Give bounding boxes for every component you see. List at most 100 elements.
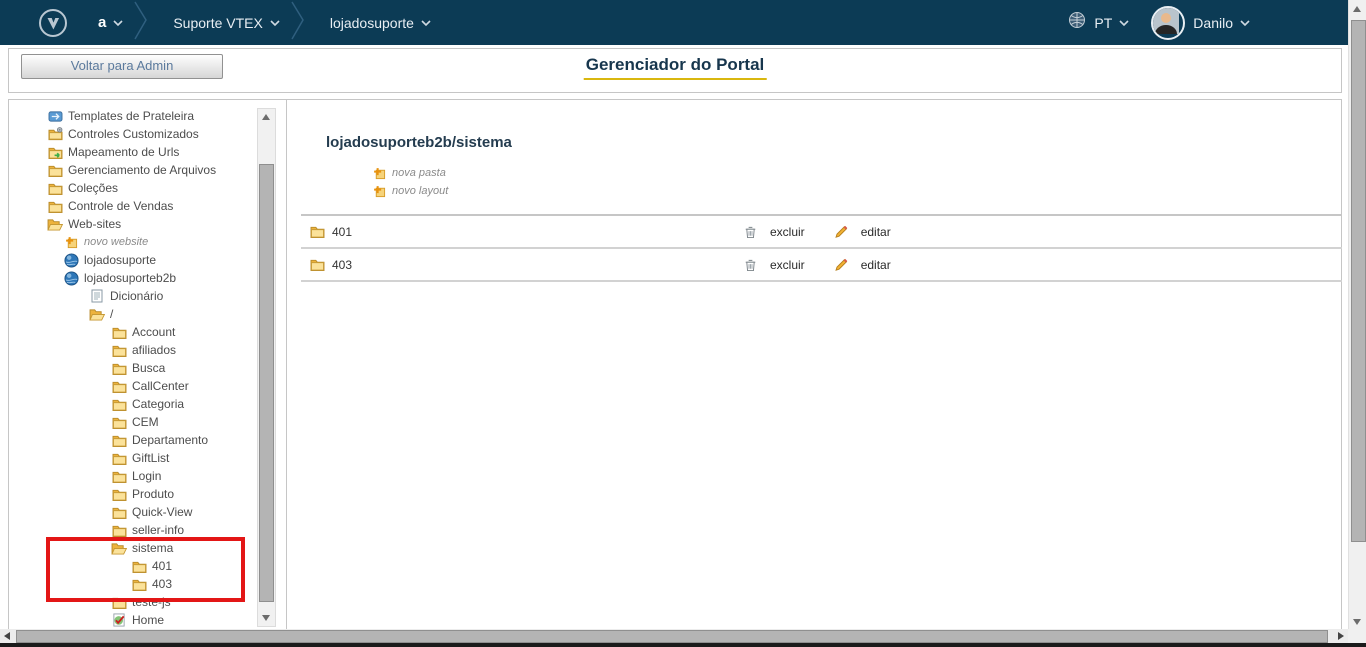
trash-icon	[742, 258, 758, 272]
vtex-logo-icon[interactable]	[38, 8, 68, 38]
tree-item-departamento[interactable]: Departamento	[9, 431, 286, 449]
tree-item-busca[interactable]: Busca	[9, 359, 286, 377]
shelf-template-icon	[47, 110, 63, 123]
globe-site-icon	[63, 271, 79, 286]
user-avatar[interactable]	[1151, 6, 1185, 40]
folder-icon	[47, 200, 63, 213]
tree-item-lojadosuporte[interactable]: lojadosuporte	[9, 251, 286, 269]
tree-item-produto[interactable]: Produto	[9, 485, 286, 503]
folder-icon	[131, 560, 147, 573]
folder-icon	[111, 506, 127, 519]
folder-icon	[131, 578, 147, 591]
tree-item-controles-customizados[interactable]: Controles Customizados	[9, 125, 286, 143]
breadcrumb-separator-icon	[133, 0, 149, 48]
tree-item-dicion-rio[interactable]: Dicionário	[9, 287, 286, 305]
tree-item-seller-info[interactable]: seller-info	[9, 521, 286, 539]
language-code: PT	[1094, 15, 1112, 31]
folder-icon	[111, 380, 127, 393]
topbar-right-cluster: PT Danilo	[1068, 0, 1250, 45]
folder-icon	[309, 258, 325, 271]
delete-folder-button[interactable]: excluir	[734, 225, 805, 239]
tree-item-sistema[interactable]: sistema	[9, 539, 286, 557]
folder-icon	[111, 434, 127, 447]
sidebar-scrollbar[interactable]	[257, 108, 276, 627]
folder-icon	[111, 416, 127, 429]
content-panel: Templates de PrateleiraControles Customi…	[8, 99, 1342, 632]
folder-icon	[111, 470, 127, 483]
edit-folder-button[interactable]: editar	[825, 225, 891, 239]
sidebar-scrollbar-thumb[interactable]	[259, 164, 274, 602]
new-item-icon	[63, 236, 79, 249]
tree-item-cole-es[interactable]: Coleções	[9, 179, 286, 197]
folder-icon	[111, 326, 127, 339]
folder-row-401: 401 excluir editar	[301, 216, 1342, 249]
user-dropdown[interactable]: Danilo	[1193, 14, 1250, 32]
folder-icon	[111, 344, 127, 357]
tree-item-login[interactable]: Login	[9, 467, 286, 485]
breadcrumb-account-label: a	[98, 14, 106, 31]
tree-item-giftlist[interactable]: GiftList	[9, 449, 286, 467]
page-horizontal-scrollbar[interactable]	[0, 629, 1348, 643]
folder-list: 401 excluir editar 403 excluir editar	[301, 214, 1342, 282]
scrollbar-corner	[1348, 629, 1366, 643]
back-to-admin-button[interactable]: Voltar para Admin	[21, 54, 223, 79]
tree-item-quick-view[interactable]: Quick-View	[9, 503, 286, 521]
tree-item-mapeamento-de-urls[interactable]: Mapeamento de Urls	[9, 143, 286, 161]
tree-item-afiliados[interactable]: afiliados	[9, 341, 286, 359]
tree-item-cem[interactable]: CEM	[9, 413, 286, 431]
tree-item-root[interactable]: /	[9, 305, 286, 323]
folder-contents-panel: lojadosuporteb2b/sistema nova pastanovo …	[287, 100, 1341, 631]
scroll-right-icon[interactable]	[1338, 632, 1344, 640]
tree-item-novo-website[interactable]: novo website	[9, 233, 286, 251]
user-name: Danilo	[1193, 15, 1233, 31]
folder-icon	[111, 488, 127, 501]
language-dropdown[interactable]: PT	[1094, 14, 1129, 32]
chevron-down-icon	[1119, 14, 1129, 32]
home-icon	[111, 613, 127, 627]
pencil-icon	[833, 258, 849, 272]
folder-name[interactable]: 403	[332, 258, 352, 272]
page-vertical-scrollbar[interactable]	[1348, 0, 1366, 629]
tree-item-401[interactable]: 401	[9, 557, 286, 575]
nova-pasta-link[interactable]: nova pasta	[371, 164, 448, 182]
page-horizontal-scrollbar-thumb[interactable]	[16, 630, 1328, 643]
row-actions: excluir editar	[734, 225, 891, 239]
folder-name[interactable]: 401	[332, 225, 352, 239]
breadcrumb-site-dropdown[interactable]: lojadosuporte	[330, 14, 431, 32]
tree-item-callcenter[interactable]: CallCenter	[9, 377, 286, 395]
globe-icon	[1068, 11, 1086, 34]
scroll-down-icon[interactable]	[1353, 619, 1361, 625]
scroll-down-icon[interactable]	[262, 615, 270, 621]
scroll-left-icon[interactable]	[4, 632, 10, 640]
tree-item-categoria[interactable]: Categoria	[9, 395, 286, 413]
folder-icon	[47, 164, 63, 177]
delete-folder-button[interactable]: excluir	[734, 258, 805, 272]
novo-layout-link[interactable]: novo layout	[371, 182, 448, 200]
scroll-up-icon[interactable]	[1353, 6, 1361, 12]
folder-icon	[47, 182, 63, 195]
tree-item-controle-de-vendas[interactable]: Controle de Vendas	[9, 197, 286, 215]
breadcrumb-store-label: Suporte VTEX	[173, 15, 263, 31]
page-vertical-scrollbar-thumb[interactable]	[1351, 20, 1366, 542]
trash-icon	[742, 225, 758, 239]
folder-icon	[111, 524, 127, 537]
new-item-icon	[371, 167, 387, 180]
edit-folder-button[interactable]: editar	[825, 258, 891, 272]
tree-item-account[interactable]: Account	[9, 323, 286, 341]
tree-item-home[interactable]: Home	[9, 611, 286, 629]
tree-item-web-sites[interactable]: Web-sites	[9, 215, 286, 233]
folder-arrow-icon	[47, 146, 63, 159]
folder-icon	[111, 398, 127, 411]
header: Voltar para Admin Gerenciador do Portal	[8, 48, 1342, 93]
folder-icon	[111, 362, 127, 375]
scroll-up-icon[interactable]	[262, 114, 270, 120]
folder-icon	[309, 225, 325, 238]
tree-item-lojadosuporteb2b[interactable]: lojadosuporteb2b	[9, 269, 286, 287]
tree-item-teste-js[interactable]: teste-js	[9, 593, 286, 611]
breadcrumb-store-dropdown[interactable]: Suporte VTEX	[173, 14, 280, 32]
tree-item-templates-de-prateleira[interactable]: Templates de Prateleira	[9, 107, 286, 125]
tree-item-403[interactable]: 403	[9, 575, 286, 593]
folder-open-icon	[47, 218, 63, 231]
tree-item-gerenciamento-de-arquivos[interactable]: Gerenciamento de Arquivos	[9, 161, 286, 179]
breadcrumb-account-dropdown[interactable]: a	[98, 14, 123, 32]
